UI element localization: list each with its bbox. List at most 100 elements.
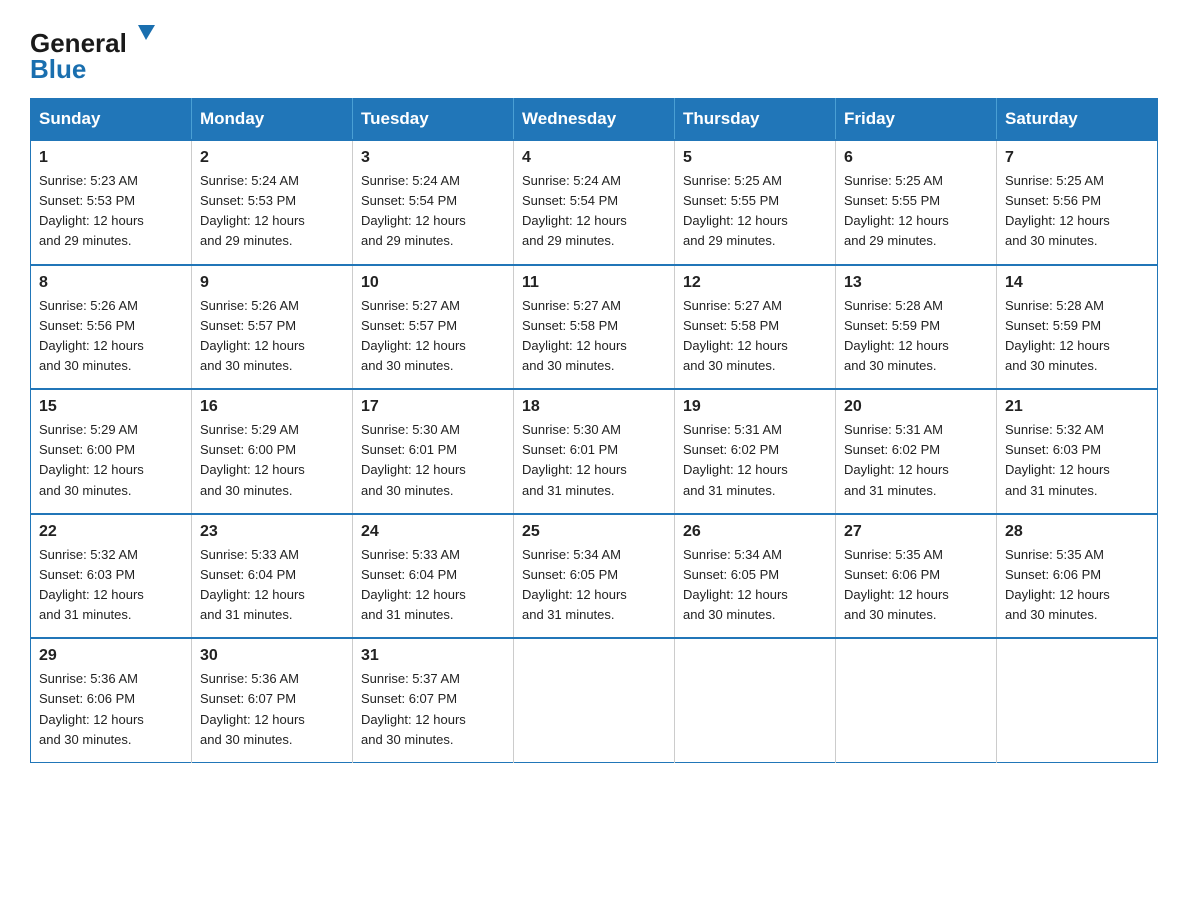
day-number: 26 [683,523,827,541]
col-header-monday: Monday [192,99,353,141]
calendar-cell: 23 Sunrise: 5:33 AM Sunset: 6:04 PM Dayl… [192,514,353,639]
calendar-cell: 29 Sunrise: 5:36 AM Sunset: 6:06 PM Dayl… [31,638,192,762]
calendar-cell: 4 Sunrise: 5:24 AM Sunset: 5:54 PM Dayli… [514,140,675,265]
day-number: 23 [200,523,344,541]
calendar-cell: 14 Sunrise: 5:28 AM Sunset: 5:59 PM Dayl… [997,265,1158,390]
day-info: Sunrise: 5:26 AM Sunset: 5:57 PM Dayligh… [200,296,344,377]
col-header-wednesday: Wednesday [514,99,675,141]
calendar-cell: 11 Sunrise: 5:27 AM Sunset: 5:58 PM Dayl… [514,265,675,390]
calendar-cell: 17 Sunrise: 5:30 AM Sunset: 6:01 PM Dayl… [353,389,514,514]
day-number: 28 [1005,523,1149,541]
calendar-cell [675,638,836,762]
day-number: 25 [522,523,666,541]
calendar-week-4: 22 Sunrise: 5:32 AM Sunset: 6:03 PM Dayl… [31,514,1158,639]
day-info: Sunrise: 5:25 AM Sunset: 5:55 PM Dayligh… [844,171,988,252]
calendar-cell: 26 Sunrise: 5:34 AM Sunset: 6:05 PM Dayl… [675,514,836,639]
calendar-cell: 24 Sunrise: 5:33 AM Sunset: 6:04 PM Dayl… [353,514,514,639]
day-info: Sunrise: 5:24 AM Sunset: 5:54 PM Dayligh… [522,171,666,252]
col-header-friday: Friday [836,99,997,141]
calendar-cell: 27 Sunrise: 5:35 AM Sunset: 6:06 PM Dayl… [836,514,997,639]
day-number: 8 [39,274,183,292]
calendar-cell: 3 Sunrise: 5:24 AM Sunset: 5:54 PM Dayli… [353,140,514,265]
calendar-cell: 13 Sunrise: 5:28 AM Sunset: 5:59 PM Dayl… [836,265,997,390]
day-info: Sunrise: 5:25 AM Sunset: 5:56 PM Dayligh… [1005,171,1149,252]
day-info: Sunrise: 5:37 AM Sunset: 6:07 PM Dayligh… [361,669,505,750]
day-number: 20 [844,398,988,416]
day-number: 10 [361,274,505,292]
day-number: 22 [39,523,183,541]
day-number: 3 [361,149,505,167]
day-info: Sunrise: 5:31 AM Sunset: 6:02 PM Dayligh… [683,420,827,501]
calendar-cell: 30 Sunrise: 5:36 AM Sunset: 6:07 PM Dayl… [192,638,353,762]
day-info: Sunrise: 5:32 AM Sunset: 6:03 PM Dayligh… [39,545,183,626]
calendar-cell: 16 Sunrise: 5:29 AM Sunset: 6:00 PM Dayl… [192,389,353,514]
calendar-cell: 28 Sunrise: 5:35 AM Sunset: 6:06 PM Dayl… [997,514,1158,639]
day-info: Sunrise: 5:31 AM Sunset: 6:02 PM Dayligh… [844,420,988,501]
day-number: 2 [200,149,344,167]
calendar-cell: 31 Sunrise: 5:37 AM Sunset: 6:07 PM Dayl… [353,638,514,762]
calendar-cell: 15 Sunrise: 5:29 AM Sunset: 6:00 PM Dayl… [31,389,192,514]
day-number: 19 [683,398,827,416]
calendar-cell: 1 Sunrise: 5:23 AM Sunset: 5:53 PM Dayli… [31,140,192,265]
day-info: Sunrise: 5:33 AM Sunset: 6:04 PM Dayligh… [200,545,344,626]
day-number: 30 [200,647,344,665]
logo-icon: General Blue [30,20,160,80]
calendar-cell: 7 Sunrise: 5:25 AM Sunset: 5:56 PM Dayli… [997,140,1158,265]
day-info: Sunrise: 5:27 AM Sunset: 5:58 PM Dayligh… [683,296,827,377]
calendar-cell: 6 Sunrise: 5:25 AM Sunset: 5:55 PM Dayli… [836,140,997,265]
page-header: General Blue [30,20,1158,80]
day-info: Sunrise: 5:27 AM Sunset: 5:57 PM Dayligh… [361,296,505,377]
day-info: Sunrise: 5:29 AM Sunset: 6:00 PM Dayligh… [39,420,183,501]
calendar-cell: 2 Sunrise: 5:24 AM Sunset: 5:53 PM Dayli… [192,140,353,265]
calendar-cell: 19 Sunrise: 5:31 AM Sunset: 6:02 PM Dayl… [675,389,836,514]
calendar-cell [836,638,997,762]
day-number: 9 [200,274,344,292]
day-number: 24 [361,523,505,541]
day-number: 21 [1005,398,1149,416]
calendar-table: SundayMondayTuesdayWednesdayThursdayFrid… [30,98,1158,763]
calendar-cell: 25 Sunrise: 5:34 AM Sunset: 6:05 PM Dayl… [514,514,675,639]
day-info: Sunrise: 5:27 AM Sunset: 5:58 PM Dayligh… [522,296,666,377]
calendar-header-row: SundayMondayTuesdayWednesdayThursdayFrid… [31,99,1158,141]
calendar-cell: 18 Sunrise: 5:30 AM Sunset: 6:01 PM Dayl… [514,389,675,514]
day-number: 14 [1005,274,1149,292]
day-number: 17 [361,398,505,416]
logo: General Blue [30,20,160,80]
day-info: Sunrise: 5:34 AM Sunset: 6:05 PM Dayligh… [522,545,666,626]
day-info: Sunrise: 5:35 AM Sunset: 6:06 PM Dayligh… [1005,545,1149,626]
day-number: 27 [844,523,988,541]
calendar-cell [514,638,675,762]
day-number: 5 [683,149,827,167]
calendar-cell [997,638,1158,762]
day-info: Sunrise: 5:26 AM Sunset: 5:56 PM Dayligh… [39,296,183,377]
day-info: Sunrise: 5:30 AM Sunset: 6:01 PM Dayligh… [361,420,505,501]
calendar-week-1: 1 Sunrise: 5:23 AM Sunset: 5:53 PM Dayli… [31,140,1158,265]
day-info: Sunrise: 5:29 AM Sunset: 6:00 PM Dayligh… [200,420,344,501]
day-number: 15 [39,398,183,416]
calendar-cell: 10 Sunrise: 5:27 AM Sunset: 5:57 PM Dayl… [353,265,514,390]
day-info: Sunrise: 5:36 AM Sunset: 6:07 PM Dayligh… [200,669,344,750]
day-number: 12 [683,274,827,292]
day-info: Sunrise: 5:28 AM Sunset: 5:59 PM Dayligh… [1005,296,1149,377]
day-info: Sunrise: 5:24 AM Sunset: 5:53 PM Dayligh… [200,171,344,252]
day-info: Sunrise: 5:24 AM Sunset: 5:54 PM Dayligh… [361,171,505,252]
calendar-week-3: 15 Sunrise: 5:29 AM Sunset: 6:00 PM Dayl… [31,389,1158,514]
day-number: 1 [39,149,183,167]
day-info: Sunrise: 5:25 AM Sunset: 5:55 PM Dayligh… [683,171,827,252]
calendar-week-5: 29 Sunrise: 5:36 AM Sunset: 6:06 PM Dayl… [31,638,1158,762]
calendar-cell: 9 Sunrise: 5:26 AM Sunset: 5:57 PM Dayli… [192,265,353,390]
day-number: 31 [361,647,505,665]
col-header-sunday: Sunday [31,99,192,141]
day-number: 6 [844,149,988,167]
calendar-week-2: 8 Sunrise: 5:26 AM Sunset: 5:56 PM Dayli… [31,265,1158,390]
day-number: 11 [522,274,666,292]
day-info: Sunrise: 5:32 AM Sunset: 6:03 PM Dayligh… [1005,420,1149,501]
col-header-tuesday: Tuesday [353,99,514,141]
calendar-cell: 5 Sunrise: 5:25 AM Sunset: 5:55 PM Dayli… [675,140,836,265]
day-number: 7 [1005,149,1149,167]
calendar-cell: 22 Sunrise: 5:32 AM Sunset: 6:03 PM Dayl… [31,514,192,639]
col-header-saturday: Saturday [997,99,1158,141]
day-number: 13 [844,274,988,292]
svg-text:Blue: Blue [30,54,86,80]
day-info: Sunrise: 5:34 AM Sunset: 6:05 PM Dayligh… [683,545,827,626]
